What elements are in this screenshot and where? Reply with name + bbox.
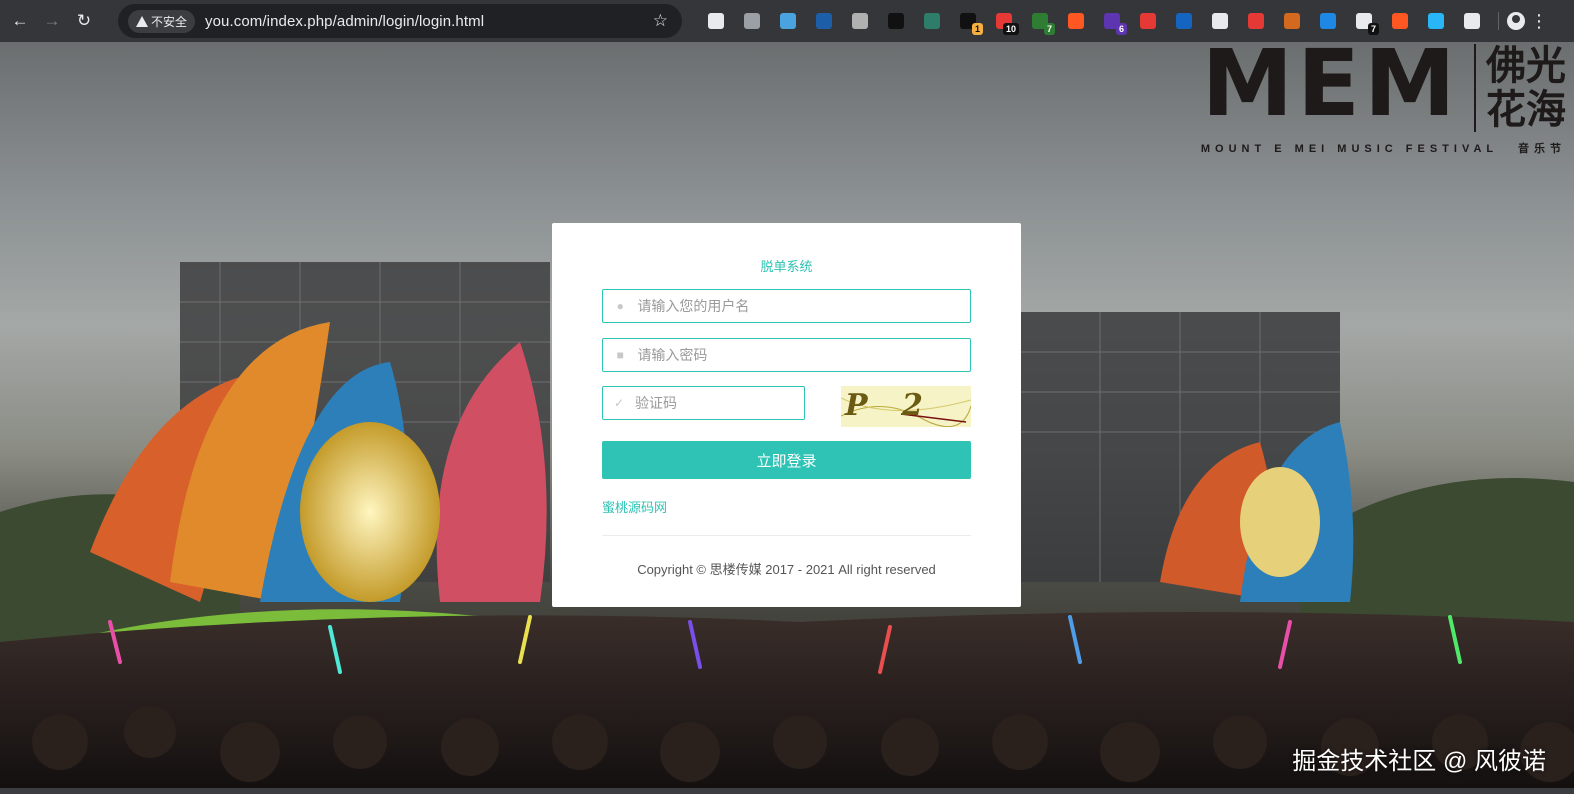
user-icon: ●	[616, 299, 624, 313]
cookie-icon-glyph	[1284, 13, 1300, 29]
reload-icon[interactable]: ↻	[68, 5, 100, 37]
leaf-icon[interactable]: 7	[1022, 5, 1058, 37]
pin-icon-glyph	[780, 13, 796, 29]
lock-icon: ■	[616, 348, 624, 362]
cloud-icon[interactable]	[806, 5, 842, 37]
security-chip[interactable]: 不安全	[128, 9, 196, 33]
profile-avatar-icon[interactable]	[1507, 12, 1525, 30]
captcha-field[interactable]: ✓	[602, 386, 805, 420]
card-divider	[602, 535, 971, 536]
logo-cn-line1: 佛光	[1486, 44, 1566, 88]
grid-icon-glyph	[1320, 13, 1336, 29]
copyright-text: Copyright © 思楼传媒 2017 - 2021 All right r…	[637, 562, 936, 577]
address-bar[interactable]: 不安全 you.com/index.php/admin/login/login.…	[118, 4, 682, 38]
stripe-icon[interactable]	[734, 5, 770, 37]
extension-badge: 10	[1002, 23, 1019, 35]
window-icon-glyph	[1428, 13, 1444, 29]
extensions-icon-glyph	[1464, 13, 1480, 29]
stamp-icon-glyph	[1140, 13, 1156, 29]
extension-badge: 7	[1043, 23, 1055, 35]
toolbar-separator	[1498, 12, 1499, 30]
h-icon[interactable]	[878, 5, 914, 37]
translate-icon-glyph	[1068, 13, 1084, 29]
stamp-icon[interactable]	[1130, 5, 1166, 37]
extension-badge: 1	[971, 23, 983, 35]
bolt-icon-glyph	[1392, 13, 1408, 29]
nav-buttons: ← → ↻	[0, 5, 118, 37]
logo-subtitle-en: MOUNT E MEI MUSIC FESTIVAL	[1200, 143, 1498, 155]
puzzle-icon[interactable]: 6	[1094, 5, 1130, 37]
hat-icon-glyph	[852, 13, 868, 29]
logo-cn-title: 佛光 花海	[1474, 44, 1566, 132]
password-input[interactable]	[637, 339, 970, 371]
logo-subtitle: MOUNT E MEI MUSIC FESTIVAL 音乐节	[1201, 140, 1566, 156]
forward-arrow-icon[interactable]: →	[36, 5, 68, 37]
login-card: 脱单系统 ● ■ ✓ P 2 8 3 立即登录 蜜桃源码网 Copyright …	[552, 223, 1021, 607]
url-text[interactable]: you.com/index.php/admin/login/login.html	[205, 13, 484, 30]
festival-logo: MEM 佛光 花海 MOUNT E MEI MUSIC FESTIVAL 音乐节	[1201, 30, 1566, 156]
square-icon[interactable]	[914, 5, 950, 37]
dice-icon-glyph	[1248, 13, 1264, 29]
logo-cn-line2: 花海	[1486, 88, 1566, 132]
logo-subtitle-cn: 音乐节	[1518, 143, 1566, 155]
username-field[interactable]: ●	[602, 289, 971, 323]
login-submit-button[interactable]: 立即登录	[602, 441, 971, 479]
captcha-text: P 2 8 3	[845, 388, 935, 427]
bubble-icon[interactable]: 1	[950, 5, 986, 37]
captcha-input[interactable]	[634, 387, 804, 419]
flask-icon[interactable]	[698, 5, 734, 37]
panda-icon-glyph	[1212, 13, 1228, 29]
login-title: 脱单系统	[760, 259, 813, 274]
feather-icon[interactable]	[1166, 5, 1202, 37]
flask-icon-glyph	[708, 13, 724, 29]
username-input[interactable]	[637, 290, 970, 322]
hat-icon[interactable]	[842, 5, 878, 37]
captcha-image[interactable]: P 2 8 3	[841, 386, 971, 427]
square-icon-glyph	[924, 13, 940, 29]
feather-icon-glyph	[1176, 13, 1192, 29]
warning-icon	[136, 15, 148, 27]
check-icon: ✓	[613, 396, 624, 410]
source-site-link[interactable]: 蜜桃源码网	[602, 497, 667, 516]
security-label: 不安全	[151, 14, 188, 29]
h-icon-glyph	[888, 13, 904, 29]
browser-menu-icon[interactable]: ⋮	[1525, 11, 1553, 32]
bookmark-star-icon[interactable]: ☆	[653, 11, 668, 31]
calendar-icon[interactable]: 10	[986, 5, 1022, 37]
password-field[interactable]: ■	[602, 338, 971, 372]
window-bottom-edge	[0, 788, 1574, 794]
translate-icon[interactable]	[1058, 5, 1094, 37]
pin-icon[interactable]	[770, 5, 806, 37]
logo-mark: MEM	[1201, 30, 1460, 137]
watermark-text: 掘金技术社区 @ 风彼诺	[1292, 748, 1546, 775]
extension-badge: 6	[1115, 23, 1127, 35]
back-arrow-icon[interactable]: ←	[4, 5, 36, 37]
cloud-icon-glyph	[816, 13, 832, 29]
stripe-icon-glyph	[744, 13, 760, 29]
